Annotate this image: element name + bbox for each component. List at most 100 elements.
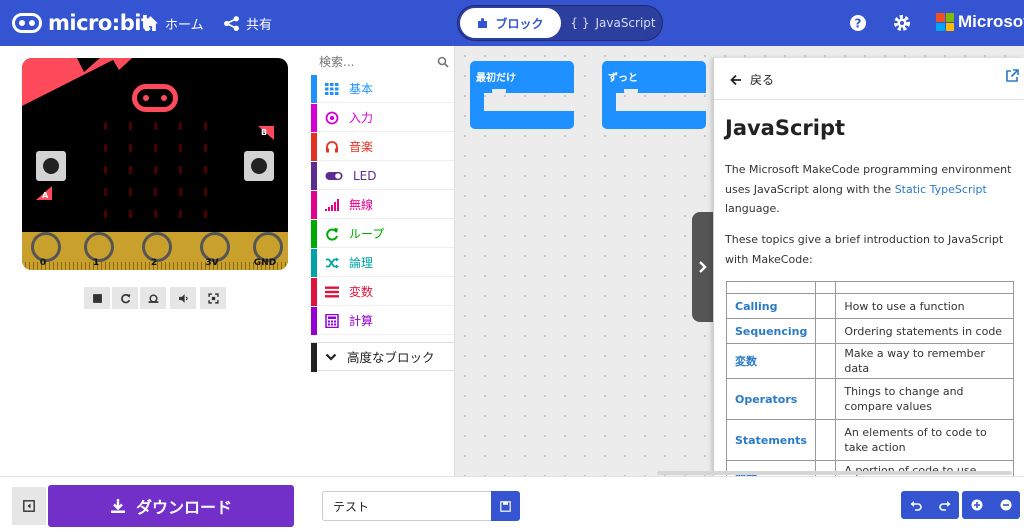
refresh-icon xyxy=(326,227,338,240)
undo-redo-group xyxy=(901,491,959,519)
static-typescript-link[interactable]: Static TypeScript xyxy=(895,183,987,196)
share-button[interactable]: 共有 xyxy=(223,14,272,33)
docs-topics-table: Calling How to use a function Sequencing… xyxy=(725,281,1014,476)
redo-button[interactable] xyxy=(930,491,959,519)
button-a[interactable] xyxy=(36,151,66,181)
share-label: 共有 xyxy=(246,18,273,33)
chevron-down-icon xyxy=(325,353,337,361)
save-icon xyxy=(500,500,511,512)
docs-header: 戻る xyxy=(714,58,1024,100)
category-led[interactable]: LED xyxy=(311,162,454,190)
advanced-blocks-toggle[interactable]: 高度なブロック xyxy=(311,342,454,372)
topic-description: Make a way to remember data xyxy=(835,343,1014,379)
category-label: 入力 xyxy=(349,111,374,125)
docs-title: JavaScript xyxy=(725,116,846,140)
advanced-blocks-label: 高度なブロック xyxy=(347,350,435,365)
category-logic[interactable]: 論理 xyxy=(311,249,454,277)
category-label: 音楽 xyxy=(349,140,374,154)
button-b-label: B xyxy=(261,128,268,137)
search-icon[interactable] xyxy=(437,56,449,68)
stop-button[interactable] xyxy=(84,287,110,309)
microbit-logo-mark xyxy=(132,84,178,112)
gear-icon[interactable] xyxy=(892,13,912,33)
microbit-logo[interactable]: micro:bit xyxy=(12,11,151,35)
fullscreen-button[interactable] xyxy=(200,287,226,309)
home-button[interactable]: ホーム xyxy=(142,14,204,33)
project-name-input[interactable] xyxy=(322,491,491,521)
topic-link[interactable] xyxy=(725,281,817,294)
tab-blocks[interactable]: ブロック xyxy=(460,8,561,38)
restart-button[interactable] xyxy=(112,287,138,309)
microsoft-logo[interactable]: Microsoft xyxy=(936,12,1024,32)
grid-icon xyxy=(325,82,339,95)
category-music[interactable]: 音楽 xyxy=(311,133,454,161)
topic-description xyxy=(835,281,1014,294)
category-radio[interactable]: 無線 xyxy=(311,191,454,219)
download-icon xyxy=(110,499,125,513)
pin-label-1: 1 xyxy=(92,258,100,268)
collapse-docs-button[interactable] xyxy=(692,212,714,322)
category-input[interactable]: 入力 xyxy=(311,104,454,132)
topic-description: Things to change and compare values xyxy=(835,378,1014,420)
pin-label-0: 0 xyxy=(39,258,47,268)
topic-link[interactable]: Operators xyxy=(725,378,817,420)
save-button[interactable] xyxy=(491,491,520,521)
docs-panel: 戻る JavaScript The Microsoft MakeCode pro… xyxy=(713,58,1024,476)
microbit-logo-icon xyxy=(12,13,42,33)
zoom-out-button[interactable] xyxy=(991,491,1020,519)
undo-button[interactable] xyxy=(901,491,930,519)
collapse-left-icon xyxy=(23,500,35,512)
microsoft-label: Microsoft xyxy=(958,12,1024,31)
forever-block-label: ずっと xyxy=(602,61,706,93)
chevron-right-icon xyxy=(699,261,707,273)
table-row: Operators Things to change and compare v… xyxy=(725,378,1014,420)
category-math[interactable]: 計算 xyxy=(311,307,454,335)
snail-icon xyxy=(148,293,158,303)
topic-link[interactable]: Calling xyxy=(725,293,817,319)
docs-intro: The Microsoft MakeCode programming envir… xyxy=(725,163,1012,215)
mute-button[interactable] xyxy=(170,287,196,309)
tab-javascript-label: JavaScript xyxy=(595,16,656,30)
forever-block[interactable]: ずっと xyxy=(602,61,706,129)
pin-label-3v: 3V xyxy=(205,258,219,268)
restart-icon xyxy=(120,293,130,303)
search-input[interactable] xyxy=(319,55,419,69)
table-row: Statements An elements of to code to tak… xyxy=(725,419,1014,461)
topic-link[interactable]: 変数 xyxy=(725,343,817,379)
workspace-scrollbar[interactable] xyxy=(657,471,1012,475)
editor-toggle: ブロック { } JavaScript xyxy=(457,5,663,41)
top-menu-bar: micro:bit ホーム 共有 ブロック { } JavaScript ? M… xyxy=(0,0,1024,46)
target-icon xyxy=(325,111,339,124)
download-button[interactable]: ダウンロード xyxy=(48,485,294,527)
arrow-left-icon xyxy=(730,74,741,85)
help-icon[interactable]: ? xyxy=(848,13,868,33)
microsoft-grid-icon xyxy=(936,13,954,31)
simulator-panel: A B 0 1 2 3V GND xyxy=(0,46,311,476)
category-basic[interactable]: 基本 xyxy=(311,75,454,103)
back-button[interactable]: 戻る xyxy=(730,71,774,88)
zoom-group xyxy=(962,491,1020,519)
topic-link[interactable]: Statements xyxy=(725,419,817,461)
home-icon xyxy=(143,16,158,31)
braces-icon: { } xyxy=(570,16,590,30)
tab-javascript[interactable]: { } JavaScript xyxy=(566,8,660,38)
toolbox: 基本 入力 音楽 LED 無線 ループ 論理 変数 計算 xyxy=(311,46,455,476)
button-b[interactable] xyxy=(244,151,274,181)
pin-label-2: 2 xyxy=(150,258,158,268)
toggle-icon xyxy=(325,171,343,180)
external-link-icon[interactable] xyxy=(1004,68,1020,84)
category-variables[interactable]: 変数 xyxy=(311,278,454,306)
slow-mode-button[interactable] xyxy=(140,287,166,309)
zoom-in-button[interactable] xyxy=(962,491,991,519)
microbit-board[interactable]: A B 0 1 2 3V GND xyxy=(22,58,288,270)
shuffle-icon xyxy=(326,257,339,268)
collapse-simulator-button[interactable] xyxy=(12,487,46,525)
on-start-block-label: 最初だけ xyxy=(470,61,574,93)
topic-description: How to use a function xyxy=(835,293,1014,319)
category-loops[interactable]: ループ xyxy=(311,220,454,248)
board-edge-connector: 0 1 2 3V GND xyxy=(22,232,288,270)
topic-link[interactable]: Sequencing xyxy=(725,318,817,344)
list-icon xyxy=(325,286,339,297)
on-start-block[interactable]: 最初だけ xyxy=(470,61,574,129)
signal-icon xyxy=(325,198,339,211)
